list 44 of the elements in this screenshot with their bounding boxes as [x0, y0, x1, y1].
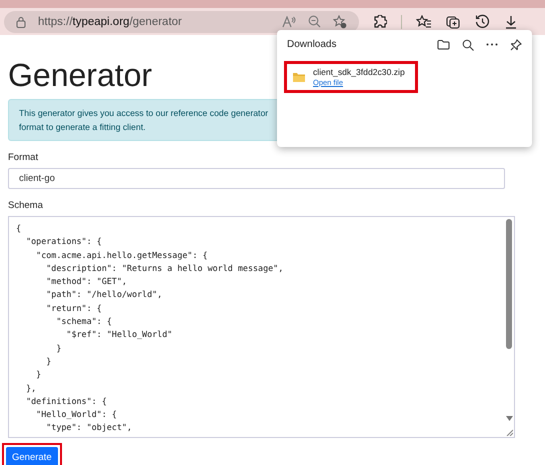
info-text: format to generate a fitting client.	[19, 121, 147, 134]
url-text: https://typeapi.org/generator	[38, 16, 182, 28]
panel-title: Downloads	[287, 39, 336, 50]
folder-icon[interactable]	[437, 39, 450, 50]
code-line: "definitions": {	[25, 394, 108, 408]
collections-icon[interactable]	[446, 14, 461, 29]
history-icon[interactable]	[475, 14, 490, 29]
schema-editor[interactable]	[8, 216, 515, 438]
code-line: "operations": {	[25, 235, 103, 248]
code-line: "return": {	[45, 302, 103, 315]
pin-icon[interactable]	[510, 38, 522, 50]
code-line: },	[25, 382, 38, 395]
file-name: client_sdk_3fdd2c30.zip	[313, 67, 405, 77]
folder-icon	[293, 72, 305, 82]
read-aloud-icon[interactable]	[282, 16, 296, 28]
code-line: "path": "/hello/world",	[45, 288, 164, 302]
address-bar[interactable]: https://typeapi.org/generator	[4, 10, 359, 32]
favorites-icon[interactable]	[416, 14, 432, 28]
code-line: "$ref": "Hello_World"	[65, 328, 174, 342]
code-line: {	[16, 222, 22, 235]
code-line: "schema": {	[55, 315, 113, 328]
lock-icon	[16, 16, 26, 28]
download-icon[interactable]	[504, 14, 518, 28]
field-label: Format	[8, 152, 40, 163]
code-line: "Hello_World": {	[35, 408, 118, 422]
resize-grip-icon[interactable]	[506, 429, 513, 436]
add-favorite-icon[interactable]	[333, 14, 347, 28]
code-line: "description": "Returns a hello world message",	[45, 262, 284, 275]
puzzle-icon[interactable]	[373, 14, 387, 28]
code-line: }	[45, 354, 52, 368]
code-line: }	[55, 342, 62, 355]
zoom-out-icon[interactable]	[308, 15, 321, 28]
code-line: "com.acme.api.hello.getMessage": {	[35, 248, 209, 262]
search-icon[interactable]	[462, 38, 474, 50]
field-label: Schema	[8, 200, 44, 211]
page-title: Generator	[8, 57, 152, 93]
info-text: This generator gives you access to our reference code generator	[19, 107, 270, 120]
format-field[interactable]: client-go	[8, 168, 505, 189]
code-line: }	[35, 368, 42, 382]
generate-button[interactable]: Generate	[6, 447, 58, 465]
code-line: "type": "object",	[45, 421, 133, 434]
code-line: "method": "GET",	[45, 275, 128, 288]
more-icon[interactable]	[486, 43, 498, 46]
scroll-down-icon[interactable]	[506, 416, 513, 421]
